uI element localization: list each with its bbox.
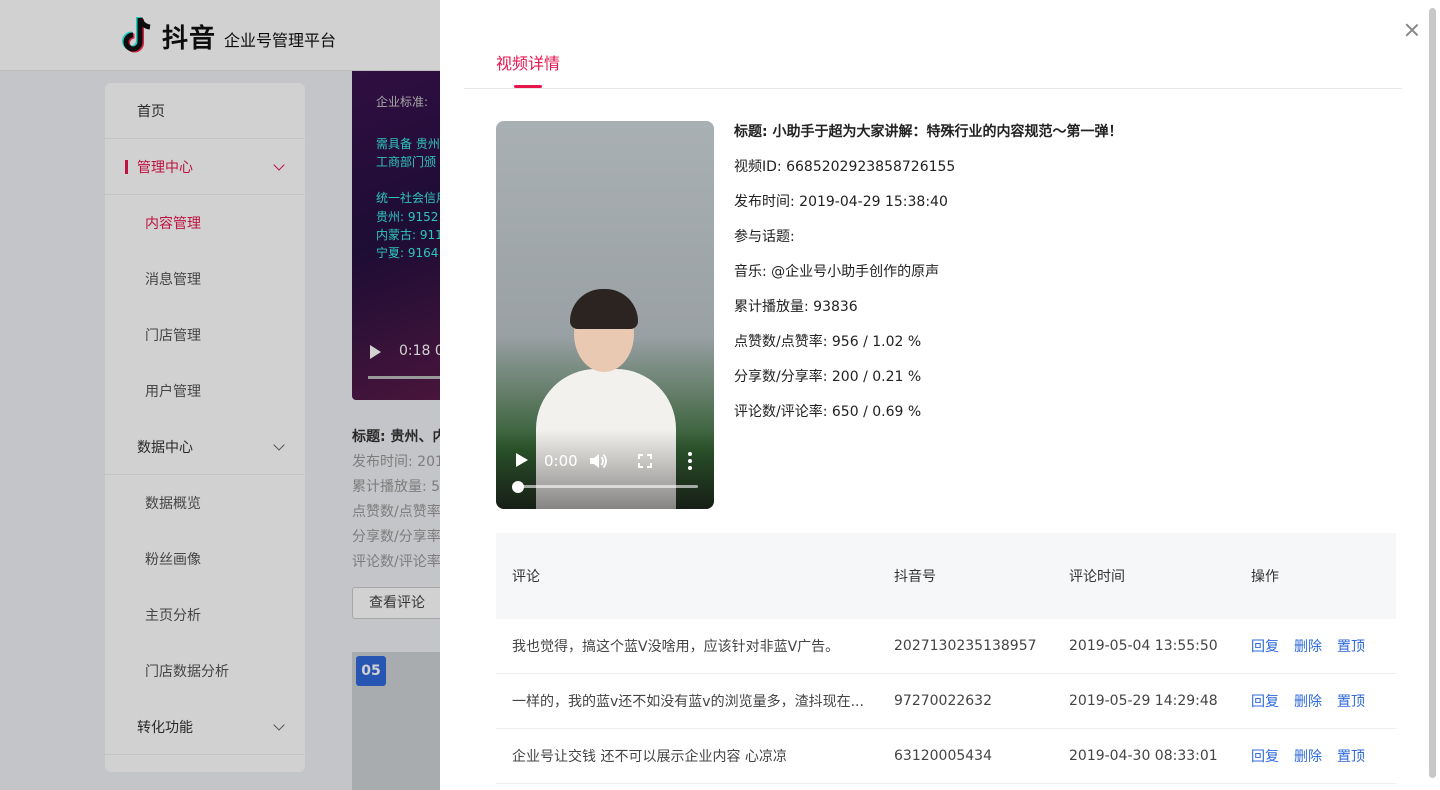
- video-player[interactable]: 0:00: [496, 121, 714, 509]
- delete-link[interactable]: 删除: [1294, 636, 1322, 656]
- cell-account: 63120005434: [894, 748, 992, 764]
- table-header: 评论 抖音号 评论时间 操作: [496, 533, 1396, 619]
- meta-label: 评论数/评论率:: [734, 404, 828, 420]
- video-detail-drawer: 视频详情 0:00 标题: 小助手于超为大家讲解：特殊行业的内容规范～第一弹！ …: [440, 0, 1440, 790]
- reply-link[interactable]: 回复: [1251, 691, 1279, 711]
- meta-comments: 评论数/评论率: 650 / 0.69 %: [734, 401, 1122, 436]
- meta-label: 音乐:: [734, 264, 767, 280]
- fullscreen-icon[interactable]: [638, 454, 652, 468]
- column-header-time: 评论时间: [1069, 569, 1125, 585]
- cell-time: 2019-04-30 08:33:01: [1069, 748, 1218, 764]
- meta-value: 956 / 1.02 %: [831, 334, 922, 350]
- meta-video-id: 视频ID: 6685202923858726155: [734, 156, 1122, 191]
- pin-link[interactable]: 置顶: [1337, 746, 1365, 766]
- reply-link[interactable]: 回复: [1251, 746, 1279, 766]
- meta-label: 视频ID:: [734, 159, 782, 175]
- meta-label: 发布时间:: [734, 194, 795, 210]
- meta-value: 6685202923858726155: [786, 159, 956, 175]
- meta-label: 标题:: [734, 124, 768, 140]
- cell-time: 2019-05-29 14:29:48: [1069, 693, 1218, 709]
- tab-active-indicator: [514, 85, 542, 88]
- pin-link[interactable]: 置顶: [1337, 691, 1365, 711]
- meta-value: 2019-04-29 15:38:40: [799, 194, 948, 210]
- meta-label: 参与话题:: [734, 229, 795, 245]
- reply-link[interactable]: 回复: [1251, 636, 1279, 656]
- meta-likes: 点赞数/点赞率: 956 / 1.02 %: [734, 331, 1122, 366]
- cell-actions: 回复 删除 置顶: [1235, 746, 1396, 766]
- meta-value: 小助手于超为大家讲解：特殊行业的内容规范～第一弹！: [772, 124, 1123, 140]
- meta-label: 点赞数/点赞率:: [734, 334, 828, 350]
- play-icon[interactable]: [516, 453, 528, 467]
- table-row: 我也觉得，搞这个蓝V没啥用，应该针对非蓝V广告。 202713023513895…: [496, 619, 1396, 674]
- tab-bar: 视频详情: [464, 0, 1402, 89]
- table-row: 一样的，我的蓝v还不如没有蓝v的浏览量多，渣抖现在... 97270022632…: [496, 674, 1396, 729]
- meta-title: 标题: 小助手于超为大家讲解：特殊行业的内容规范～第一弹！: [734, 121, 1122, 156]
- cell-comment: 我也觉得，搞这个蓝V没啥用，应该针对非蓝V广告。: [512, 639, 840, 655]
- cell-comment: 企业号让交钱 还不可以展示企业内容 心凉凉: [512, 749, 787, 765]
- column-header-account: 抖音号: [894, 569, 936, 585]
- close-icon[interactable]: [1402, 20, 1422, 40]
- video-meta: 标题: 小助手于超为大家讲解：特殊行业的内容规范～第一弹！ 视频ID: 6685…: [734, 121, 1122, 436]
- cell-account: 2027130235138957: [894, 638, 1037, 654]
- column-header-actions: 操作: [1251, 569, 1279, 585]
- meta-value: 200 / 0.21 %: [831, 369, 922, 385]
- meta-shares: 分享数/分享率: 200 / 0.21 %: [734, 366, 1122, 401]
- player-progress-track[interactable]: [518, 485, 698, 488]
- cell-actions: 回复 删除 置顶: [1235, 636, 1396, 656]
- cell-account: 97270022632: [894, 693, 992, 709]
- meta-topics: 参与话题:: [734, 226, 1122, 261]
- tab-video-detail[interactable]: 视频详情: [496, 50, 560, 74]
- meta-label: 分享数/分享率:: [734, 369, 828, 385]
- player-time: 0:00: [544, 452, 578, 470]
- scrollbar[interactable]: [1429, 8, 1436, 778]
- pin-link[interactable]: 置顶: [1337, 636, 1365, 656]
- more-options-icon[interactable]: [688, 452, 692, 470]
- cell-time: 2019-05-04 13:55:50: [1069, 638, 1218, 654]
- meta-publish-time: 发布时间: 2019-04-29 15:38:40: [734, 191, 1122, 226]
- delete-link[interactable]: 删除: [1294, 691, 1322, 711]
- cell-actions: 回复 删除 置顶: [1235, 691, 1396, 711]
- meta-music: 音乐: @企业号小助手创作的原声: [734, 261, 1122, 296]
- column-header-comment: 评论: [512, 569, 540, 585]
- player-progress-knob[interactable]: [512, 481, 524, 493]
- table-row: 企业号让交钱 还不可以展示企业内容 心凉凉 63120005434 2019-0…: [496, 729, 1396, 784]
- cell-comment: 一样的，我的蓝v还不如没有蓝v的浏览量多，渣抖现在...: [512, 694, 864, 710]
- volume-icon[interactable]: [588, 452, 608, 470]
- meta-value: 93836: [813, 299, 858, 315]
- meta-value: @企业号小助手创作的原声: [771, 264, 940, 280]
- meta-plays: 累计播放量: 93836: [734, 296, 1122, 331]
- delete-link[interactable]: 删除: [1294, 746, 1322, 766]
- comments-table: 评论 抖音号 评论时间 操作 我也觉得，搞这个蓝V没啥用，应该针对非蓝V广告。 …: [496, 533, 1396, 784]
- meta-label: 累计播放量:: [734, 299, 809, 315]
- meta-value: 650 / 0.69 %: [831, 404, 922, 420]
